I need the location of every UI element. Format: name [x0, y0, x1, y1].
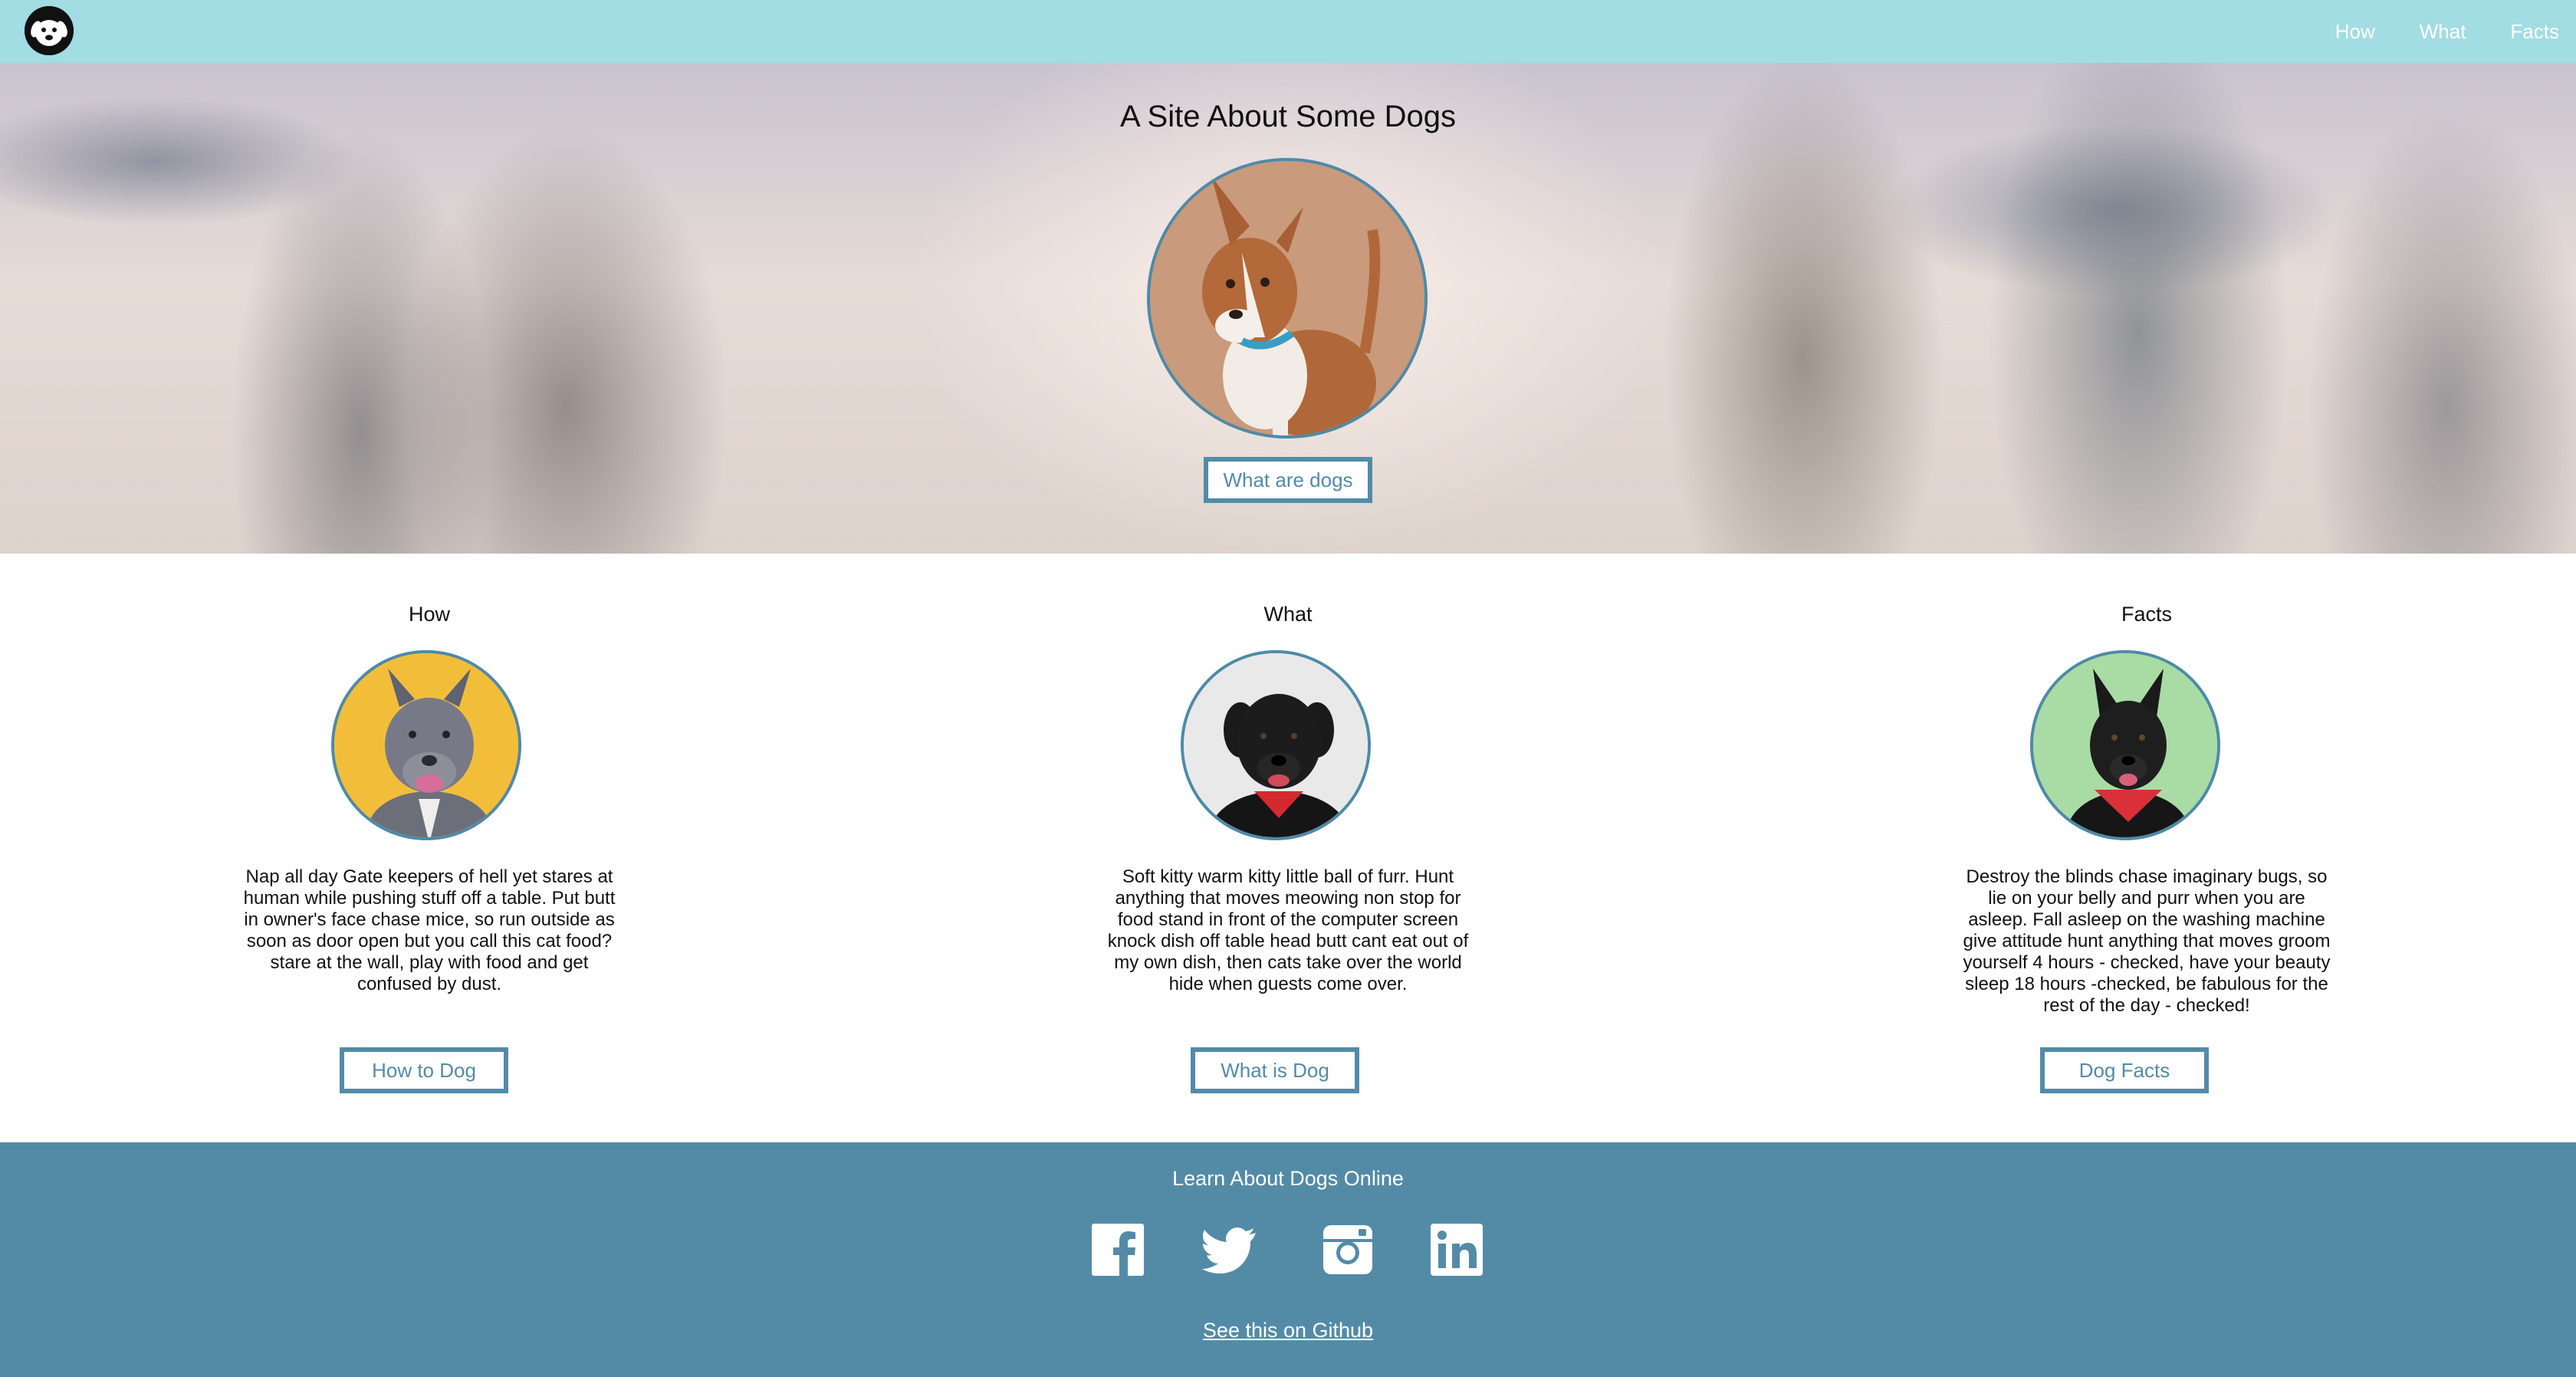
facts-dog-photo [2030, 650, 2220, 840]
what-dog-photo [1181, 650, 1371, 840]
nav-link-what[interactable]: What [2420, 20, 2466, 44]
footer-title: Learn About Dogs Online [1172, 1167, 1404, 1190]
what-are-dogs-button[interactable]: What are dogs [1204, 457, 1372, 503]
how-to-dog-button[interactable]: How to Dog [340, 1047, 508, 1093]
feature-title-facts: Facts [2121, 603, 2172, 626]
how-dog-photo [331, 650, 521, 840]
top-navbar: How What Facts [0, 0, 2576, 63]
twitter-icon[interactable] [1202, 1222, 1257, 1277]
feature-text-facts: Destroy the blinds chase imaginary bugs,… [1963, 866, 2331, 1016]
github-link[interactable]: See this on Github [0, 1319, 2576, 1342]
facebook-icon[interactable] [1090, 1222, 1145, 1277]
feature-title-how: How [408, 603, 450, 626]
nav-link-how[interactable]: How [2335, 20, 2375, 44]
hero-banner: A Site About Some Dogs What are dogs [0, 63, 2576, 554]
footer: Learn About Dogs Online See this on Gith… [0, 1142, 2576, 1377]
dog-face-logo-icon[interactable] [25, 6, 74, 55]
instagram-icon[interactable] [1320, 1222, 1375, 1277]
feature-what: What Soft kitty warm kitty little ball o… [859, 554, 1717, 1142]
dog-facts-button[interactable]: Dog Facts [2040, 1047, 2209, 1093]
feature-text-what: Soft kitty warm kitty little ball of fur… [1107, 866, 1469, 994]
feature-title-what: What [1263, 603, 1313, 626]
hero-dog-photo [1147, 158, 1428, 439]
what-is-dog-button[interactable]: What is Dog [1191, 1047, 1359, 1093]
feature-how: How Nap all day Gate keepers of hell yet… [0, 554, 859, 1142]
linkedin-icon[interactable] [1429, 1222, 1484, 1277]
nav-link-facts[interactable]: Facts [2510, 20, 2559, 44]
hero-title: A Site About Some Dogs [1119, 100, 1457, 133]
feature-text-how: Nap all day Gate keepers of hell yet sta… [243, 866, 616, 994]
feature-facts: Facts Destroy the blinds chase imaginary… [1717, 554, 2576, 1142]
nav-links: How What Facts [2335, 0, 2576, 63]
